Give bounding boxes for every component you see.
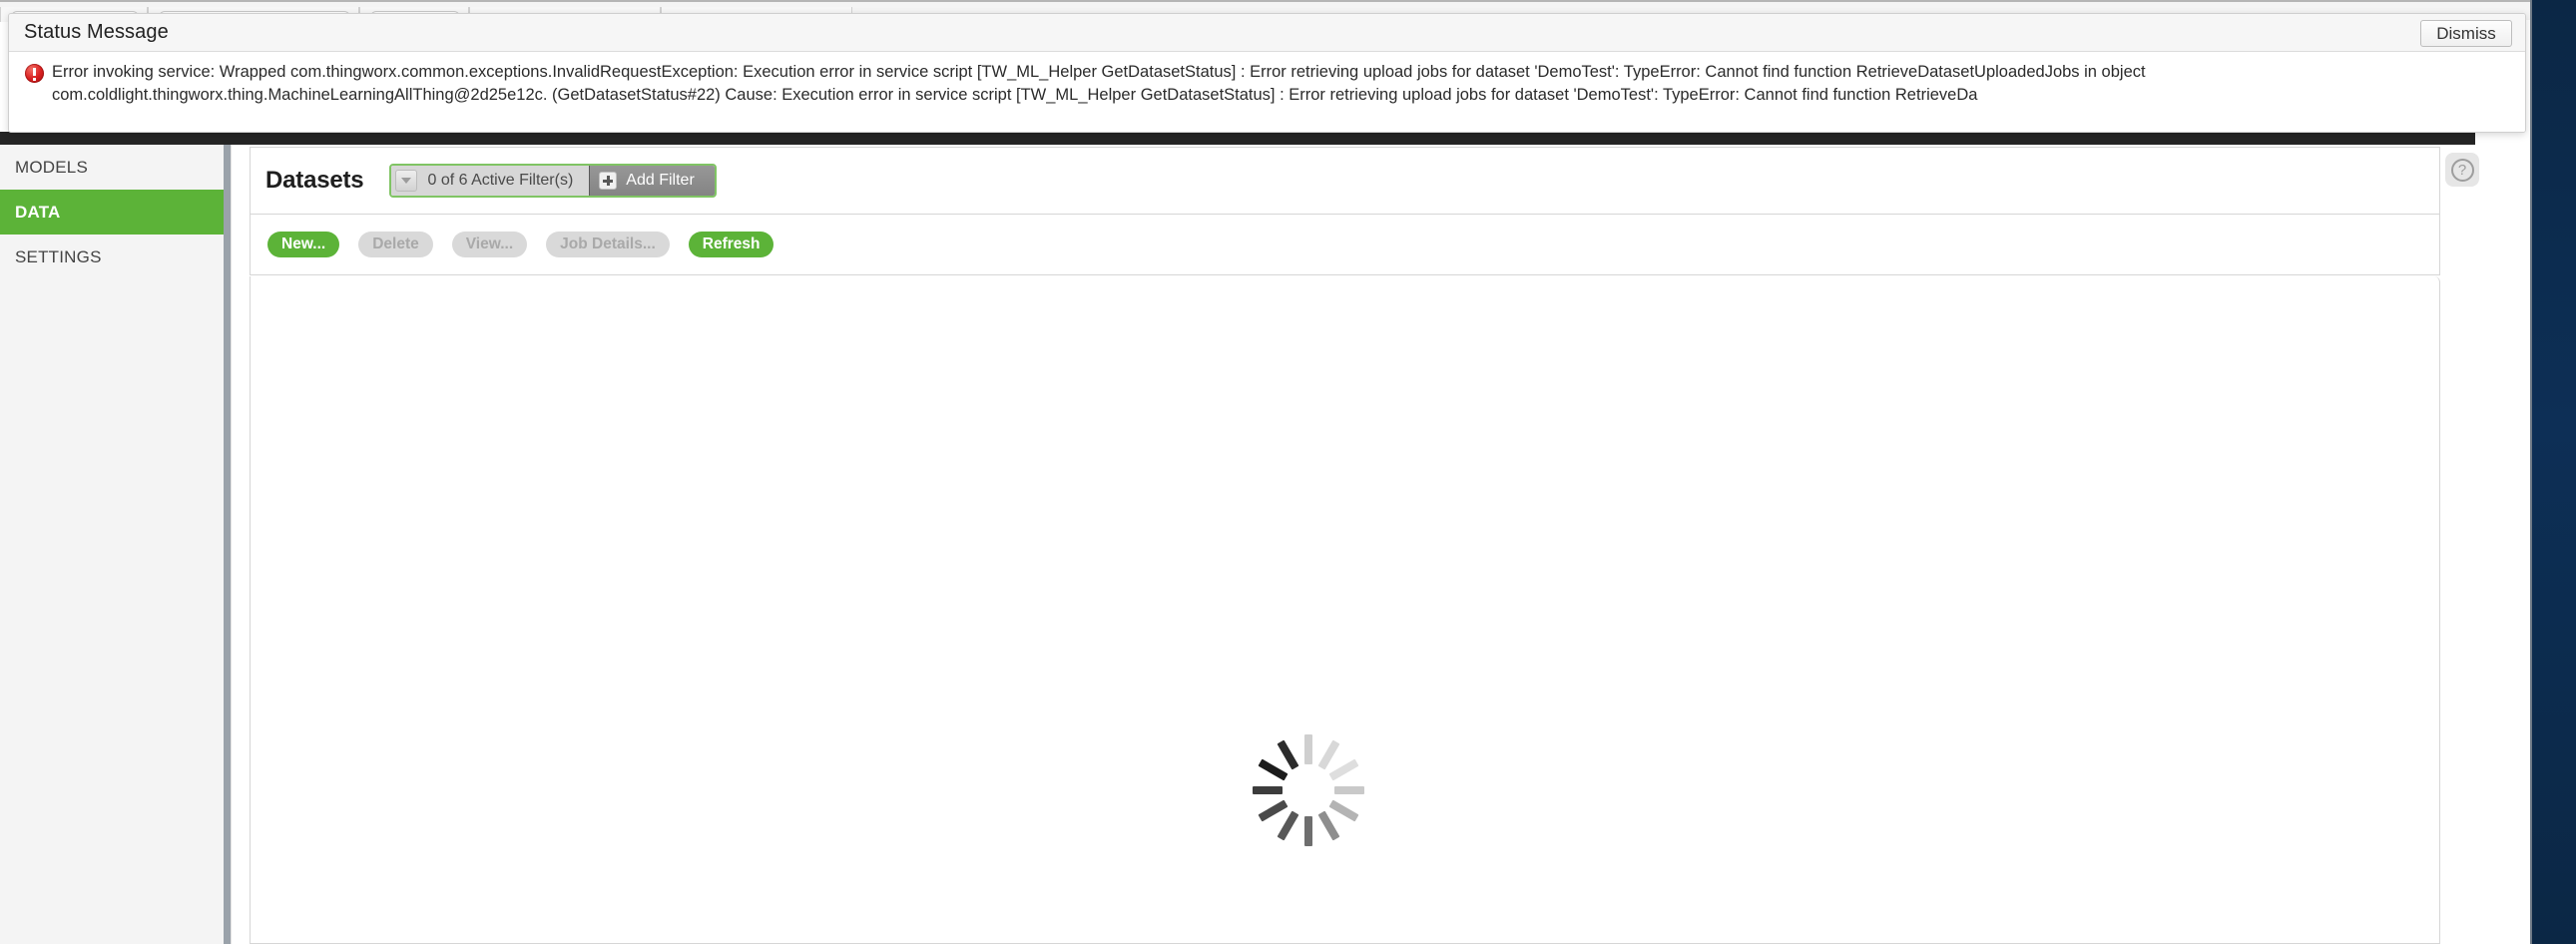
spinner-spoke bbox=[1258, 758, 1288, 781]
spinner-spoke bbox=[1317, 739, 1340, 770]
error-circle-icon bbox=[25, 64, 44, 83]
right-chrome-edge bbox=[2530, 0, 2532, 944]
help-question-icon[interactable]: ? bbox=[2445, 153, 2479, 187]
sidebar-item-label: MODELS bbox=[15, 157, 88, 177]
page-title: Datasets bbox=[265, 167, 364, 194]
new-button[interactable]: New... bbox=[267, 232, 340, 257]
sidebar-item-models[interactable]: MODELS bbox=[0, 145, 231, 190]
error-message-line-1: Error invoking service: Wrapped com.thin… bbox=[52, 63, 2146, 81]
spinner-spoke bbox=[1304, 734, 1312, 764]
spinner-spoke bbox=[1277, 739, 1299, 770]
app-root: Status Message Dismiss Error invoking se… bbox=[0, 0, 2576, 944]
error-message-row: Error invoking service: Wrapped com.thin… bbox=[25, 61, 2509, 84]
spinner-spoke bbox=[1304, 816, 1312, 846]
sidebar-scrollbar[interactable] bbox=[224, 145, 231, 944]
sidebar-item-data[interactable]: DATA bbox=[0, 190, 231, 235]
help-glyph: ? bbox=[2450, 158, 2474, 182]
spinner-spoke bbox=[1253, 786, 1283, 794]
view-button[interactable]: View... bbox=[451, 232, 528, 257]
datasets-list-panel bbox=[250, 276, 2440, 944]
spinner-spoke bbox=[1317, 810, 1340, 841]
top-dark-bar bbox=[0, 132, 2475, 145]
dismiss-button[interactable]: Dismiss bbox=[2420, 20, 2512, 47]
datasets-header-panel: Datasets 0 of 6 Active Filter(s) Add Fil… bbox=[250, 147, 2440, 214]
datasets-toolbar: New... Delete View... Job Details... Ref… bbox=[250, 214, 2440, 275]
loading-spinner-icon bbox=[1249, 730, 1368, 850]
spinner-spoke bbox=[1328, 758, 1359, 781]
sidebar-item-label: SETTINGS bbox=[15, 246, 102, 266]
main-content: Datasets 0 of 6 Active Filter(s) Add Fil… bbox=[240, 145, 2479, 944]
sidebar-item-settings[interactable]: SETTINGS bbox=[0, 235, 231, 279]
plus-icon bbox=[599, 172, 618, 190]
job-details-button[interactable]: Job Details... bbox=[546, 232, 670, 257]
status-message-body: Error invoking service: Wrapped com.thin… bbox=[9, 52, 2525, 132]
right-window-chrome bbox=[2532, 0, 2576, 944]
status-message-dialog: Status Message Dismiss Error invoking se… bbox=[8, 13, 2526, 133]
left-sidebar: MODELS DATA SETTINGS bbox=[0, 145, 232, 944]
spinner-spoke bbox=[1334, 786, 1364, 794]
active-filters-label: 0 of 6 Active Filter(s) bbox=[427, 172, 574, 189]
add-filter-button[interactable]: Add Filter bbox=[589, 166, 716, 196]
spinner-spoke bbox=[1328, 799, 1359, 822]
status-message-header: Status Message Dismiss bbox=[9, 14, 2525, 52]
delete-button[interactable]: Delete bbox=[358, 232, 433, 257]
error-message-line-2: com.coldlight.thingworx.thing.MachineLea… bbox=[52, 85, 1978, 104]
active-filters-summary[interactable]: 0 of 6 Active Filter(s) bbox=[391, 166, 590, 196]
spinner-spoke bbox=[1258, 799, 1288, 822]
sidebar-item-label: DATA bbox=[15, 202, 61, 222]
chevron-down-icon[interactable] bbox=[395, 170, 418, 192]
status-message-title: Status Message bbox=[24, 21, 169, 43]
filter-control-group: 0 of 6 Active Filter(s) Add Filter bbox=[389, 164, 718, 198]
spinner-spoke bbox=[1277, 810, 1299, 841]
refresh-button[interactable]: Refresh bbox=[688, 232, 774, 257]
add-filter-label: Add Filter bbox=[626, 172, 695, 189]
